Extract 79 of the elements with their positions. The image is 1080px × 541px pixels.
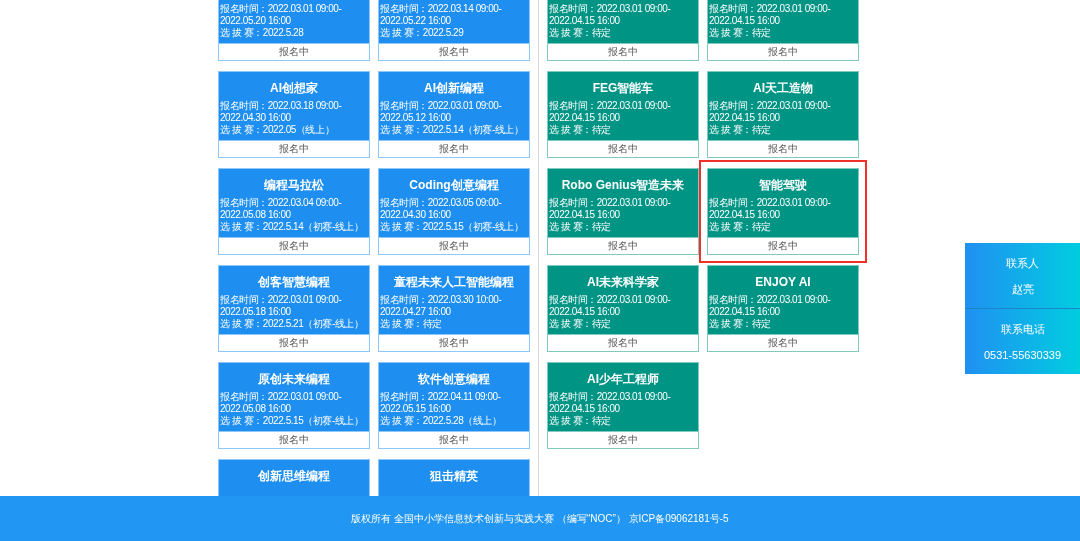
status-button[interactable]: 报名中 — [379, 431, 529, 448]
registration-time: 报名时间：2022.03.01 09:00-2022.04.15 16:00 — [549, 197, 672, 221]
registration-time: 报名时间：2022.03.01 09:00-2022.05.12 16:00 — [380, 100, 503, 124]
card-title: FEG智能车 — [591, 80, 655, 97]
selection-date: 选 拔 赛：2022.5.28（线上） — [380, 415, 503, 427]
contact-value: 0531-55630339 — [983, 348, 1062, 362]
selection-date: 选 拔 赛：待定 — [709, 221, 772, 233]
registration-time: 报名时间：2022.03.01 09:00-2022.05.08 16:00 — [220, 391, 343, 415]
selection-date: 选 拔 赛：待定 — [380, 318, 443, 330]
registration-time: 报名时间：2022.03.01 09:00-2022.04.15 16:00 — [549, 100, 672, 124]
selection-date: 选 拔 赛：2022.5.15（初赛-线上） — [220, 415, 365, 427]
contact-label: 联系电话 — [1000, 322, 1045, 336]
status-button[interactable]: 报名中 — [379, 334, 529, 351]
card-title: Robo Genius智造未来 — [560, 177, 686, 194]
card-title: 软件创意编程 — [417, 371, 491, 388]
status-button[interactable]: 报名中 — [219, 334, 369, 351]
selection-date: 选 拔 赛：待定 — [549, 124, 612, 136]
registration-time: 报名时间：2022.03.30 10:00-2022.04.27 16:00 — [380, 294, 503, 318]
selection-date: 选 拔 赛：2022.5.14（初赛-线上） — [220, 221, 365, 233]
status-button[interactable]: 报名中 — [379, 140, 529, 157]
registration-time: 报名时间：2022.03.01 09:00-2022.04.15 16:00 — [709, 197, 832, 221]
registration-time: 报名时间：2022.03.01 09:00-2022.04.15 16:00 — [709, 3, 832, 27]
card-title: 原创未来编程 — [257, 371, 331, 388]
contact-label: 联系人 — [1006, 256, 1039, 270]
registration-time: 报名时间：2022.03.04 09:00-2022.05.08 16:00 — [220, 197, 343, 221]
registration-time: 报名时间：2022.03.05 09:00-2022.04.30 16:00 — [380, 197, 503, 221]
status-button[interactable]: 报名中 — [548, 237, 698, 254]
registration-time: 报名时间：2022.03.01 09:00-2022.05.20 16:00 — [220, 3, 343, 27]
selection-date: 选 拔 赛：待定 — [549, 221, 612, 233]
selection-date: 选 拔 赛：2022.5.21（初赛-线上） — [220, 318, 365, 330]
card-title: Coding创意编程 — [408, 177, 500, 194]
selection-date: 选 拔 赛：待定 — [549, 415, 612, 427]
selection-date: 选 拔 赛：待定 — [709, 318, 772, 330]
registration-time: 报名时间：2022.03.01 09:00-2022.05.18 16:00 — [220, 294, 343, 318]
contact-value: 赵亮 — [1011, 282, 1034, 296]
selection-date: 选 拔 赛：待定 — [549, 318, 612, 330]
card-title: AI少年工程师 — [586, 371, 660, 388]
registration-time: 报名时间：2022.03.14 09:00-2022.05.22 16:00 — [380, 3, 503, 27]
selection-date: 选 拔 赛：2022.05（线上） — [220, 124, 336, 136]
selection-date: 选 拔 赛：待定 — [709, 27, 772, 39]
card-title: ENJOY AI — [754, 274, 812, 291]
status-button[interactable]: 报名中 — [548, 140, 698, 157]
registration-time: 报名时间：2022.03.01 09:00-2022.04.15 16:00 — [549, 391, 672, 415]
status-button[interactable]: 报名中 — [548, 431, 698, 448]
card-title: AI创新编程 — [423, 80, 485, 97]
card-title: AI未来科学家 — [586, 274, 660, 291]
status-button[interactable]: 报名中 — [219, 237, 369, 254]
card-title: 创新思维编程 — [257, 468, 331, 485]
status-button[interactable]: 报名中 — [708, 334, 858, 351]
status-button[interactable]: 报名中 — [379, 237, 529, 254]
registration-time: 报名时间：2022.03.18 09:00-2022.04.30 16:00 — [220, 100, 343, 124]
card-title: AI创想家 — [269, 80, 319, 97]
card-title: AI天工造物 — [752, 80, 814, 97]
selection-date: 选 拔 赛：2022.5.14（初赛-线上） — [380, 124, 525, 136]
registration-time: 报名时间：2022.03.01 09:00-2022.04.15 16:00 — [709, 294, 832, 318]
status-button[interactable]: 报名中 — [708, 140, 858, 157]
selection-date: 选 拔 赛：2022.5.28 — [220, 27, 305, 39]
selection-date: 选 拔 赛：2022.5.29 — [380, 27, 465, 39]
status-button[interactable]: 报名中 — [219, 43, 369, 60]
status-button[interactable]: 报名中 — [219, 431, 369, 448]
selection-date: 选 拔 赛：待定 — [549, 27, 612, 39]
card-title: 创客智慧编程 — [257, 274, 331, 291]
status-button[interactable]: 报名中 — [548, 43, 698, 60]
registration-time: 报名时间：2022.03.01 09:00-2022.04.15 16:00 — [549, 3, 672, 27]
registration-time: 报名时间：2022.03.01 09:00-2022.04.15 16:00 — [709, 100, 832, 124]
card-title: 编程马拉松 — [263, 177, 325, 194]
status-button[interactable]: 报名中 — [219, 140, 369, 157]
selection-date: 选 拔 赛：待定 — [709, 124, 772, 136]
card-title: 狙击精英 — [429, 468, 479, 485]
copyright-text: 版权所有 全国中小学信息技术创新与实践大赛 （编写“NOC”） 京ICP备09062181号-5 — [351, 511, 729, 526]
status-button[interactable]: 报名中 — [379, 43, 529, 60]
status-button[interactable]: 报名中 — [708, 237, 858, 254]
card-title: 智能驾驶 — [758, 177, 808, 194]
card-title: 童程未来人工智能编程 — [393, 274, 515, 291]
status-button[interactable]: 报名中 — [548, 334, 698, 351]
registration-time: 报名时间：2022.04.11 09:00-2022.05.15 16:00 — [380, 391, 502, 415]
status-button[interactable]: 报名中 — [708, 43, 858, 60]
registration-time: 报名时间：2022.03.01 09:00-2022.04.15 16:00 — [549, 294, 672, 318]
selection-date: 选 拔 赛：2022.5.15（初赛-线上） — [380, 221, 525, 233]
